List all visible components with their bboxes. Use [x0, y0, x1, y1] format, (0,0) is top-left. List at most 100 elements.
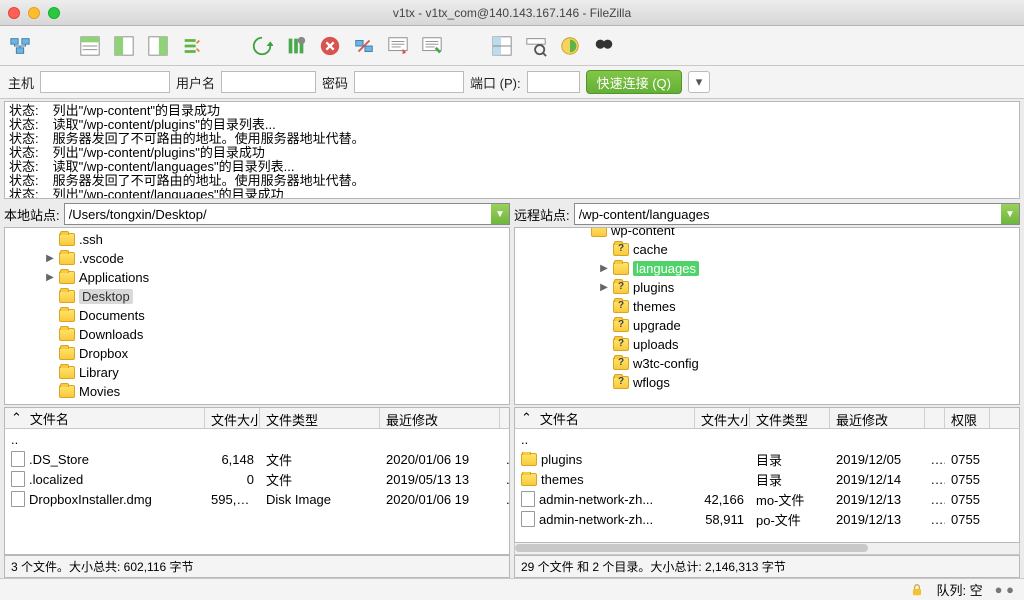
tree-item[interactable]: Downloads: [5, 325, 509, 344]
tree-item[interactable]: Desktop: [5, 287, 509, 306]
file-row[interactable]: admin-network-zh...58,911po-文件2019/12/13…: [515, 509, 1019, 529]
tree-label: .ssh: [79, 232, 103, 247]
toggle-log-icon[interactable]: [76, 32, 104, 60]
tree-label: Applications: [79, 270, 149, 285]
host-label: 主机: [8, 73, 34, 92]
pass-label: 密码: [322, 73, 348, 92]
file-icon: [11, 451, 25, 467]
quickconnect-button[interactable]: 快速连接 (Q): [586, 70, 682, 94]
remote-path-input[interactable]: [575, 204, 1001, 224]
queue-status: 队列: 空: [936, 580, 982, 599]
file-row[interactable]: .localized0文件2019/05/13 13...: [5, 469, 509, 489]
tree-item[interactable]: themes: [515, 297, 1019, 316]
tree-item[interactable]: ▶plugins: [515, 278, 1019, 297]
tree-item[interactable]: Dropbox: [5, 344, 509, 363]
tree-label: w3tc-config: [633, 356, 699, 371]
file-row[interactable]: .DS_Store6,148文件2020/01/06 19...: [5, 449, 509, 469]
port-label: 端口 (P):: [470, 73, 521, 92]
local-path-input[interactable]: [65, 204, 491, 224]
remote-pane: 远程站点: ▼ wp-content cache ▶languages▶plugin…: [514, 201, 1020, 405]
toggle-remotetree-icon[interactable]: [144, 32, 172, 60]
folder-icon: [613, 300, 629, 313]
tree-item[interactable]: cache: [515, 240, 1019, 259]
refresh-icon[interactable]: [248, 32, 276, 60]
tree-item[interactable]: Library: [5, 363, 509, 382]
window-title: v1tx - v1tx_com@140.143.167.146 - FileZi…: [0, 6, 1024, 20]
sitemanager-icon[interactable]: [6, 32, 34, 60]
tree-label: Desktop: [79, 289, 133, 304]
arrow-icon: ⌃: [521, 410, 532, 426]
tree-item[interactable]: ▶languages: [515, 259, 1019, 278]
horizontal-scrollbar[interactable]: [514, 543, 1020, 555]
quickconnect-bar: 主机 用户名 密码 端口 (P): 快速连接 (Q) ▾: [0, 66, 1024, 99]
file-row[interactable]: ..: [5, 429, 509, 449]
file-row[interactable]: themes目录2019/12/14...0755: [515, 469, 1019, 489]
user-input[interactable]: [221, 71, 316, 93]
file-row[interactable]: DropboxInstaller.dmg595,968Disk Image202…: [5, 489, 509, 509]
compare-icon[interactable]: [556, 32, 584, 60]
log-line: 状态: 服务器发回了不可路由的地址。使用服务器地址代替。: [9, 174, 1015, 188]
titlebar: v1tx - v1tx_com@140.143.167.146 - FileZi…: [0, 0, 1024, 26]
tree-item[interactable]: w3tc-config: [515, 354, 1019, 373]
tree-label: wflogs: [633, 375, 670, 390]
chevron-down-icon[interactable]: ▼: [1001, 204, 1019, 224]
port-input[interactable]: [527, 71, 580, 93]
file-icon: [11, 491, 25, 507]
host-input[interactable]: [40, 71, 170, 93]
file-row[interactable]: admin-network-zh...42,166mo-文件2019/12/13…: [515, 489, 1019, 509]
remote-file-header[interactable]: ⌃文件名 文件大小 文件类型 最近修改 权限: [514, 407, 1020, 429]
local-tree[interactable]: .ssh ▶.vscode▶Applications Desktop Document…: [4, 227, 510, 405]
process-queue-icon[interactable]: [282, 32, 310, 60]
file-row[interactable]: ..: [515, 429, 1019, 449]
tree-label: Documents: [79, 308, 145, 323]
tree-item[interactable]: ▶Applications: [5, 268, 509, 287]
tree-item[interactable]: .ssh: [5, 230, 509, 249]
file-icon: [11, 471, 25, 487]
tree-item[interactable]: Documents: [5, 306, 509, 325]
local-file-list: ⌃文件名 文件大小 文件类型 最近修改 ...DS_Store6,148文件20…: [4, 407, 510, 555]
folder-icon: [613, 319, 629, 332]
filter-icon[interactable]: [522, 32, 550, 60]
log-line: 状态: 列出"/wp-content"的目录成功: [9, 104, 1015, 118]
local-path-combo[interactable]: ▼: [64, 203, 510, 225]
folder-icon: [613, 281, 629, 294]
tree-label: Movies: [79, 384, 120, 399]
message-log[interactable]: 状态: 列出"/wp-content"的目录成功状态: 读取"/wp-conte…: [4, 101, 1020, 199]
remote-file-list: ⌃文件名 文件大小 文件类型 最近修改 权限 ..plugins目录2019/1…: [514, 407, 1020, 555]
tree-label: cache: [633, 242, 668, 257]
toggle-queue-icon[interactable]: [178, 32, 206, 60]
tree-label: .vscode: [79, 251, 124, 266]
tree-item[interactable]: Movies: [5, 382, 509, 401]
search-icon[interactable]: [590, 32, 618, 60]
local-file-header[interactable]: ⌃文件名 文件大小 文件类型 最近修改: [4, 407, 510, 429]
file-row[interactable]: plugins目录2019/12/05...0755: [515, 449, 1019, 469]
tree-label: plugins: [633, 280, 674, 295]
minimize-window-button[interactable]: [28, 7, 40, 19]
zoom-window-button[interactable]: [48, 7, 60, 19]
filelisting-icon[interactable]: [488, 32, 516, 60]
pass-input[interactable]: [354, 71, 464, 93]
remote-site-label: 远程站点:: [514, 205, 570, 224]
tree-item[interactable]: uploads: [515, 335, 1019, 354]
chevron-down-icon[interactable]: ▼: [491, 204, 509, 224]
tree-item[interactable]: upgrade: [515, 316, 1019, 335]
folder-icon: [59, 252, 75, 265]
remote-tree[interactable]: wp-contentcache▶languages▶pluginsthemesu…: [514, 227, 1020, 405]
folder-icon: [521, 453, 537, 466]
remote-path-combo[interactable]: ▼: [574, 203, 1020, 225]
toggle-localtree-icon[interactable]: [110, 32, 138, 60]
reconnect2-icon[interactable]: [418, 32, 446, 60]
lock-icon: [910, 583, 924, 597]
cancel-icon[interactable]: [316, 32, 344, 60]
local-status: 3 个文件。大小总共: 602,116 字节: [4, 555, 510, 578]
tree-item[interactable]: wflogs: [515, 373, 1019, 392]
folder-icon: [59, 271, 75, 284]
disconnect-icon[interactable]: [350, 32, 378, 60]
log-line: 状态: 读取"/wp-content/languages"的目录列表...: [9, 160, 1015, 174]
close-window-button[interactable]: [8, 7, 20, 19]
reconnect-icon[interactable]: [384, 32, 412, 60]
quickconnect-dropdown[interactable]: ▾: [688, 71, 710, 93]
tree-item[interactable]: ▶.vscode: [5, 249, 509, 268]
tree-label: languages: [633, 261, 699, 276]
tree-item[interactable]: wp-content: [515, 227, 1019, 240]
